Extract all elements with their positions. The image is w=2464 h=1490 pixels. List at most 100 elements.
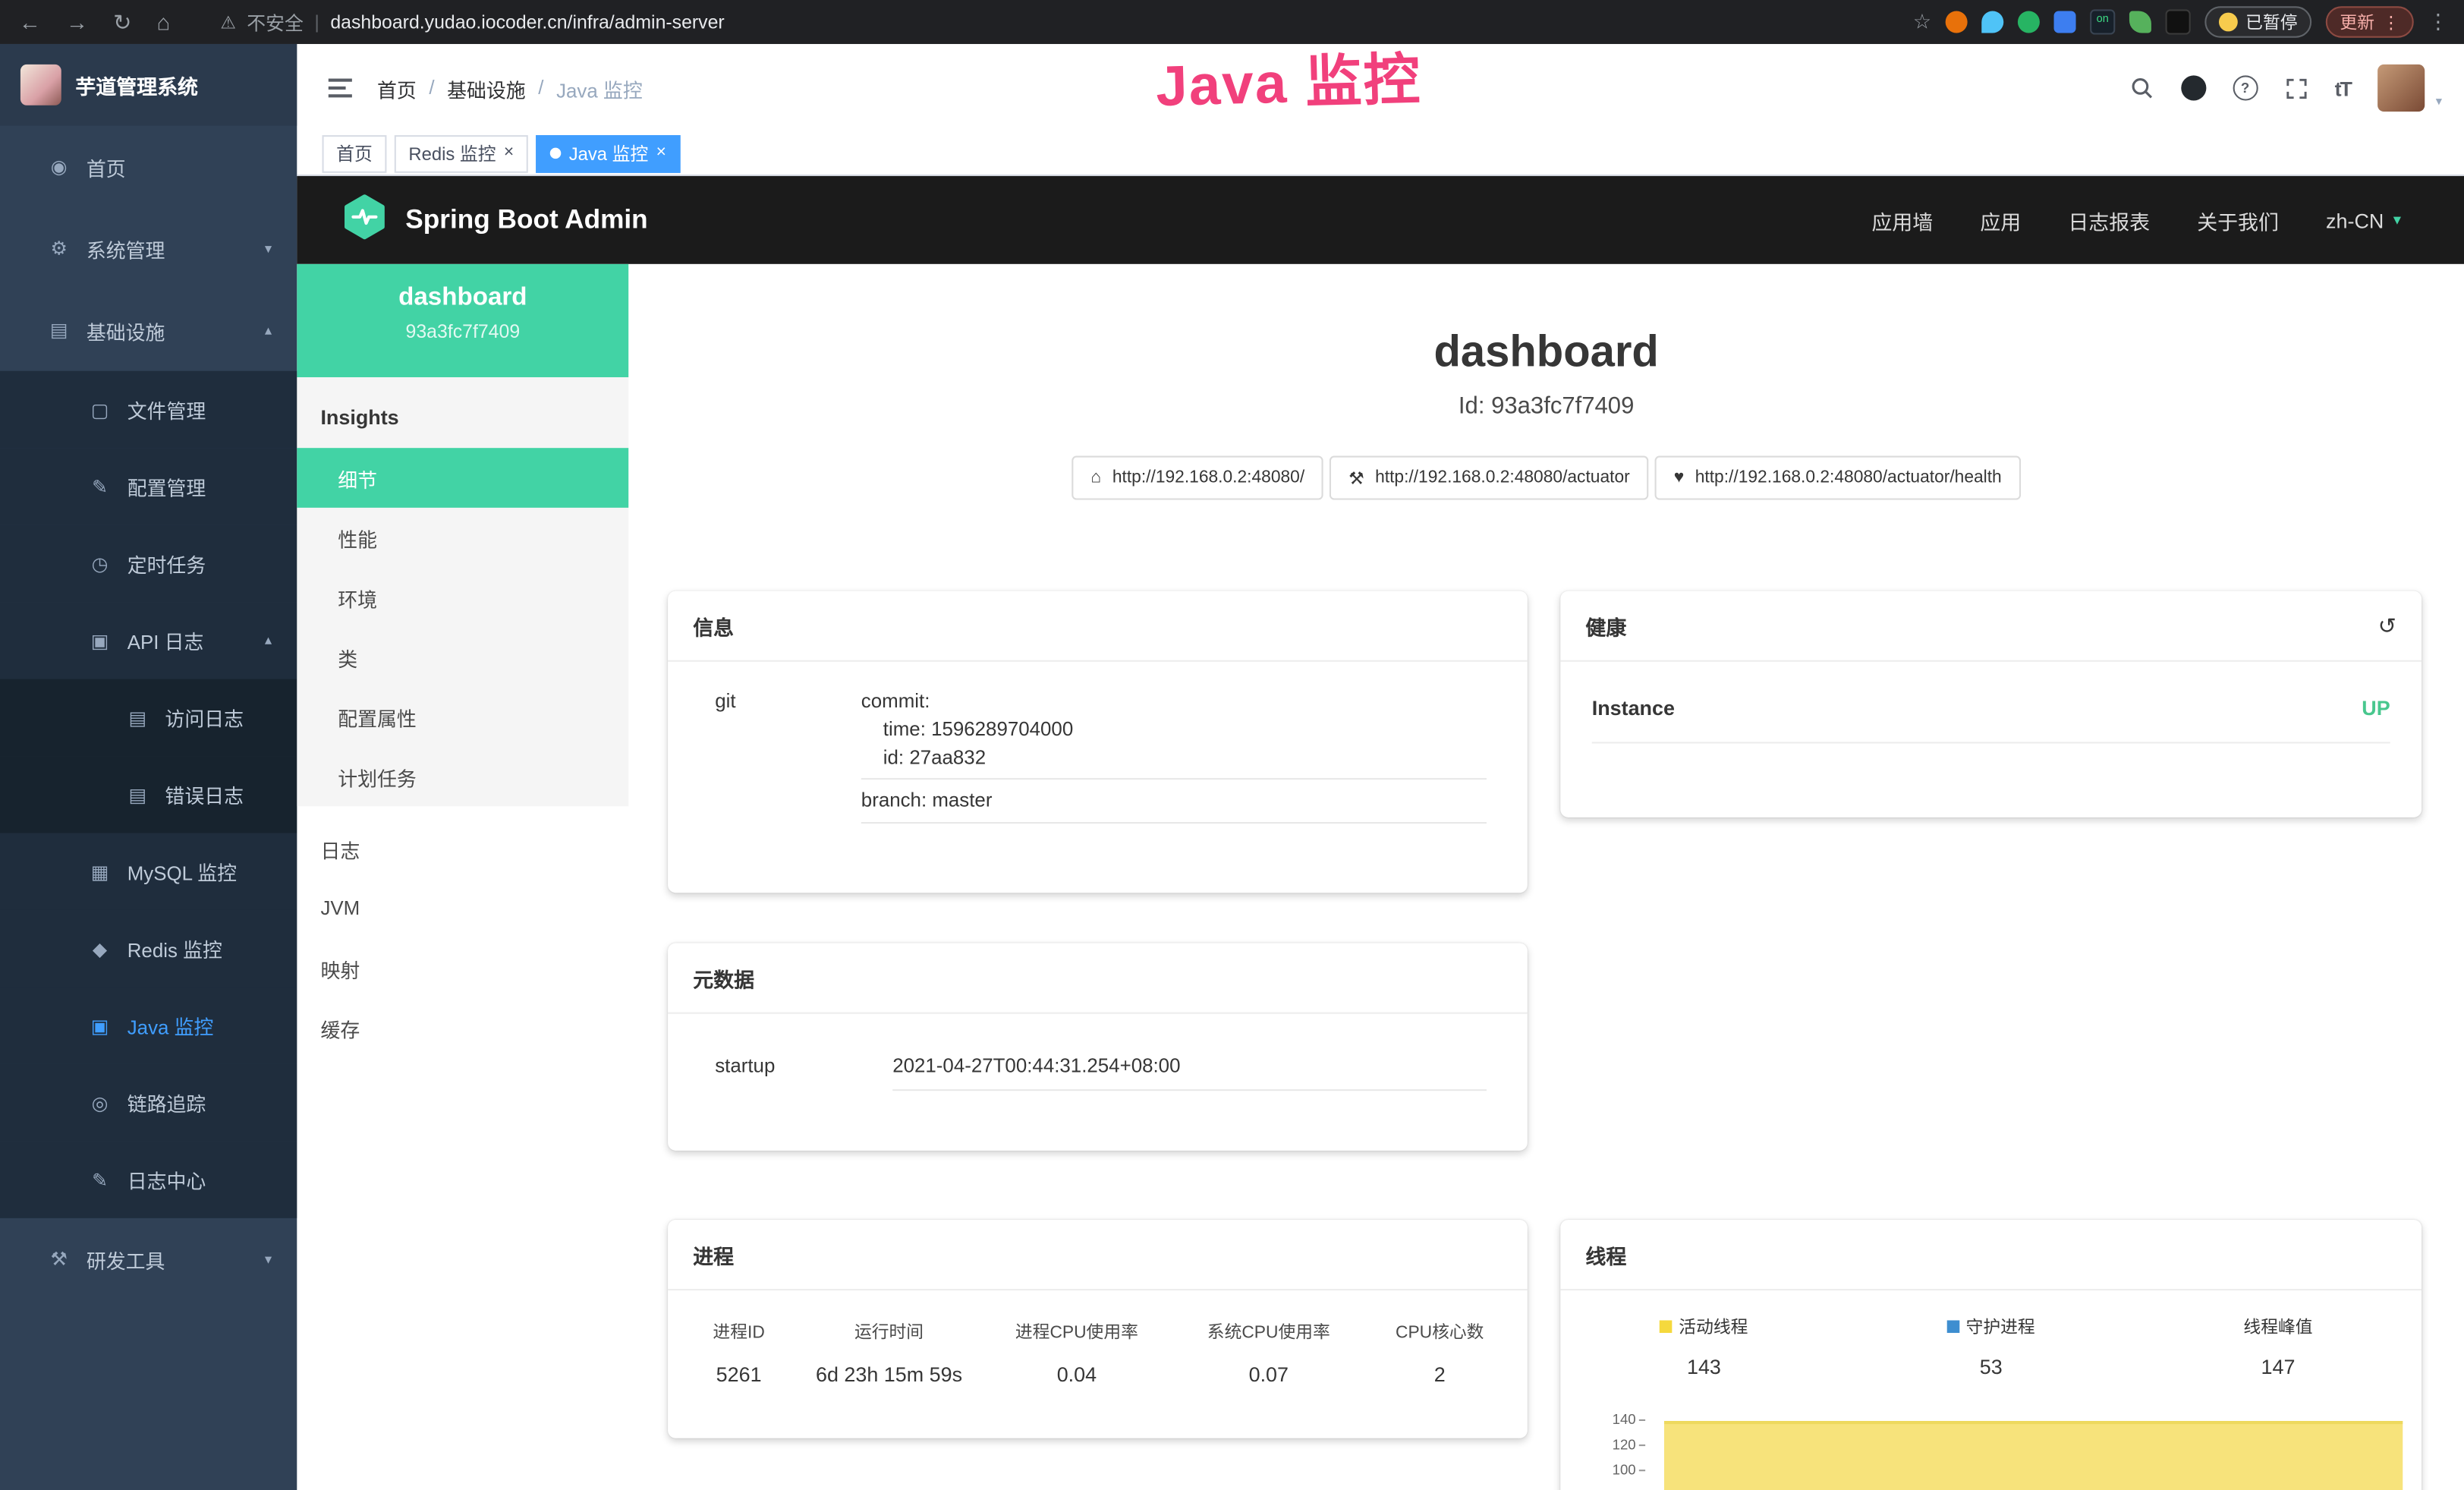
actuator-url-button[interactable]: ⚒ http://192.168.0.2:48080/actuator [1330, 456, 1648, 500]
close-icon[interactable]: × [656, 145, 666, 162]
tab-java-monitor[interactable]: Java 监控 × [536, 134, 680, 172]
api-log-icon: ▣ [88, 629, 112, 651]
sidebar-item-access-log[interactable]: ▤ 访问日志 [0, 679, 297, 756]
reload-icon[interactable]: ↻ [113, 8, 131, 35]
health-url-button[interactable]: ♥ http://192.168.0.2:48080/actuator/heal… [1655, 456, 2021, 500]
sidebar-item-java-monitor[interactable]: ▣ Java 监控 [0, 987, 297, 1063]
chevron-down-icon: ▾ [2393, 212, 2401, 229]
breadcrumb-separator: / [538, 77, 543, 99]
sba-nav-wallboard[interactable]: 应用墙 [1871, 205, 1933, 235]
sidebar-item-error-log[interactable]: ▤ 错误日志 [0, 756, 297, 833]
metadata-card-header: 元数据 [668, 943, 1528, 1013]
sidebar-item-log-center[interactable]: ✎ 日志中心 [0, 1141, 297, 1218]
app-logo-header[interactable]: 芋道管理系统 [0, 44, 297, 126]
tab-home[interactable]: 首页 [323, 134, 387, 172]
sba-item-details[interactable]: 细节 [297, 448, 628, 508]
sidebar-item-label: 日志中心 [127, 1164, 206, 1194]
breadcrumb: 首页 / 基础设施 / Java 监控 [377, 73, 643, 102]
sidebar-item-home[interactable]: ◉ 首页 [0, 126, 297, 208]
sidebar-item-tracing[interactable]: ◎ 链路追踪 [0, 1064, 297, 1141]
extension-onetab-icon[interactable]: on [2090, 9, 2115, 34]
sba-item-environment[interactable]: 环境 [297, 568, 628, 628]
sidebar-item-mysql-monitor[interactable]: ▦ MySQL 监控 [0, 833, 297, 910]
paused-label: 已暂停 [2245, 9, 2297, 34]
hamburger-icon[interactable] [329, 79, 352, 98]
sba-item-classes[interactable]: 类 [297, 627, 628, 687]
legend-label: 守护进程 [1966, 1314, 2035, 1339]
avatar[interactable] [2377, 65, 2425, 112]
sba-item-logs[interactable]: 日志 [297, 819, 628, 879]
sidebar-item-dev-tools[interactable]: ⚒ 研发工具 ▾ [0, 1218, 297, 1300]
sidebar-item-config-mgmt[interactable]: ✎ 配置管理 [0, 448, 297, 524]
card-title: 元数据 [693, 963, 754, 993]
close-icon[interactable]: × [504, 145, 514, 162]
help-icon[interactable]: ? [2233, 75, 2258, 100]
tab-label: Java 监控 [569, 140, 649, 165]
heart-icon: ♥ [1674, 468, 1685, 487]
sba-brand[interactable]: Spring Boot Admin [341, 193, 647, 247]
log-center-icon: ✎ [88, 1169, 112, 1191]
sba-item-caches[interactable]: 缓存 [297, 998, 628, 1058]
history-icon[interactable]: ↺ [2378, 613, 2396, 640]
sidebar-item-file-mgmt[interactable]: ▢ 文件管理 [0, 371, 297, 448]
github-icon[interactable] [2181, 75, 2206, 100]
sba-item-mappings[interactable]: 映射 [297, 938, 628, 998]
sidebar-item-label: 文件管理 [127, 395, 206, 424]
sidebar-item-scheduled-jobs[interactable]: ◷ 定时任务 [0, 525, 297, 602]
font-size-icon[interactable]: tT [2335, 76, 2351, 99]
back-icon[interactable]: ← [19, 9, 41, 34]
edit-icon: ✎ [88, 475, 112, 497]
sba-language-select[interactable]: zh-CN ▾ [2326, 208, 2401, 232]
fullscreen-icon[interactable] [2284, 76, 2308, 99]
language-value: zh-CN [2326, 208, 2384, 232]
sba-nav-applications[interactable]: 应用 [1980, 205, 2021, 235]
chevron-down-icon: ▾ [265, 1250, 272, 1268]
search-icon[interactable] [2129, 75, 2154, 100]
process-table-header: 进程ID 运行时间 进程CPU使用率 系统CPU使用率 CPU核心数 [681, 1309, 1515, 1353]
address-bar[interactable]: ⚠ 不安全 | dashboard.yudao.iocoder.cn/infra… [189, 8, 1913, 35]
health-instance-row[interactable]: Instance UP [1592, 696, 2390, 743]
sidebar-item-system[interactable]: ⚙ 系统管理 ▾ [0, 207, 297, 289]
paused-badge[interactable]: 已暂停 [2204, 6, 2311, 37]
legend-label: 线程峰值 [2243, 1314, 2312, 1339]
sba-item-scheduled-tasks[interactable]: 计划任务 [297, 747, 628, 807]
extension-drop-icon[interactable] [1981, 11, 2003, 33]
sidebar-item-api-log[interactable]: ▣ API 日志 ▴ [0, 602, 297, 679]
security-label[interactable]: 不安全 [247, 8, 304, 35]
service-url-button[interactable]: ⌂ http://192.168.0.2:48080/ [1072, 456, 1323, 500]
extension-leaf-icon[interactable] [2129, 11, 2151, 33]
avatar-caret-icon[interactable]: ▾ [2436, 94, 2442, 112]
extension-fox-icon[interactable] [1946, 11, 1968, 33]
update-label: 更新 [2340, 9, 2374, 34]
url-text[interactable]: dashboard.yudao.iocoder.cn/infra/admin-s… [330, 11, 724, 33]
sba-item-configprops[interactable]: 配置属性 [297, 687, 628, 747]
actuator-url: http://192.168.0.2:48080/actuator [1375, 468, 1630, 487]
extension-grid-icon[interactable] [2054, 11, 2076, 33]
threads-card-header: 线程 [1560, 1220, 2422, 1290]
sidebar-item-redis-monitor[interactable]: ◆ Redis 监控 [0, 910, 297, 987]
breadcrumb-home[interactable]: 首页 [377, 73, 417, 102]
smiley-icon [2219, 13, 2238, 32]
sidebar-item-infra[interactable]: ▤ 基础设施 ▴ [0, 289, 297, 371]
sidebar-item-label: MySQL 监控 [127, 857, 237, 887]
git-branch: branch: master [861, 780, 1487, 824]
extension-green-icon[interactable] [2018, 11, 2040, 33]
extensions-puzzle-icon[interactable] [2166, 9, 2191, 34]
sba-instance-header[interactable]: dashboard 93a3fc7f7409 [297, 264, 628, 377]
bookmark-star-icon[interactable]: ☆ [1913, 9, 1931, 34]
col-header: CPU核心数 [1364, 1309, 1515, 1353]
forward-icon[interactable]: → [66, 9, 88, 34]
update-button[interactable]: 更新 ⋮ [2326, 6, 2414, 37]
java-monitor-icon: ▣ [88, 1015, 112, 1037]
sba-nav-journal[interactable]: 日志报表 [2068, 205, 2150, 235]
sba-nav-about[interactable]: 关于我们 [2197, 205, 2279, 235]
legend-label: 活动线程 [1679, 1314, 1748, 1339]
breadcrumb-infra[interactable]: 基础设施 [447, 73, 526, 102]
browser-home-icon[interactable]: ⌂ [157, 9, 171, 34]
metadata-key: startup [715, 1055, 892, 1092]
tab-redis-monitor[interactable]: Redis 监控 × [395, 134, 528, 172]
browser-menu-icon[interactable]: ⋮ [2428, 9, 2448, 34]
sba-item-jvm[interactable]: JVM [297, 879, 628, 939]
sba-item-metrics[interactable]: 性能 [297, 508, 628, 568]
legend-live-threads: 活动线程 143 [1560, 1312, 1847, 1378]
